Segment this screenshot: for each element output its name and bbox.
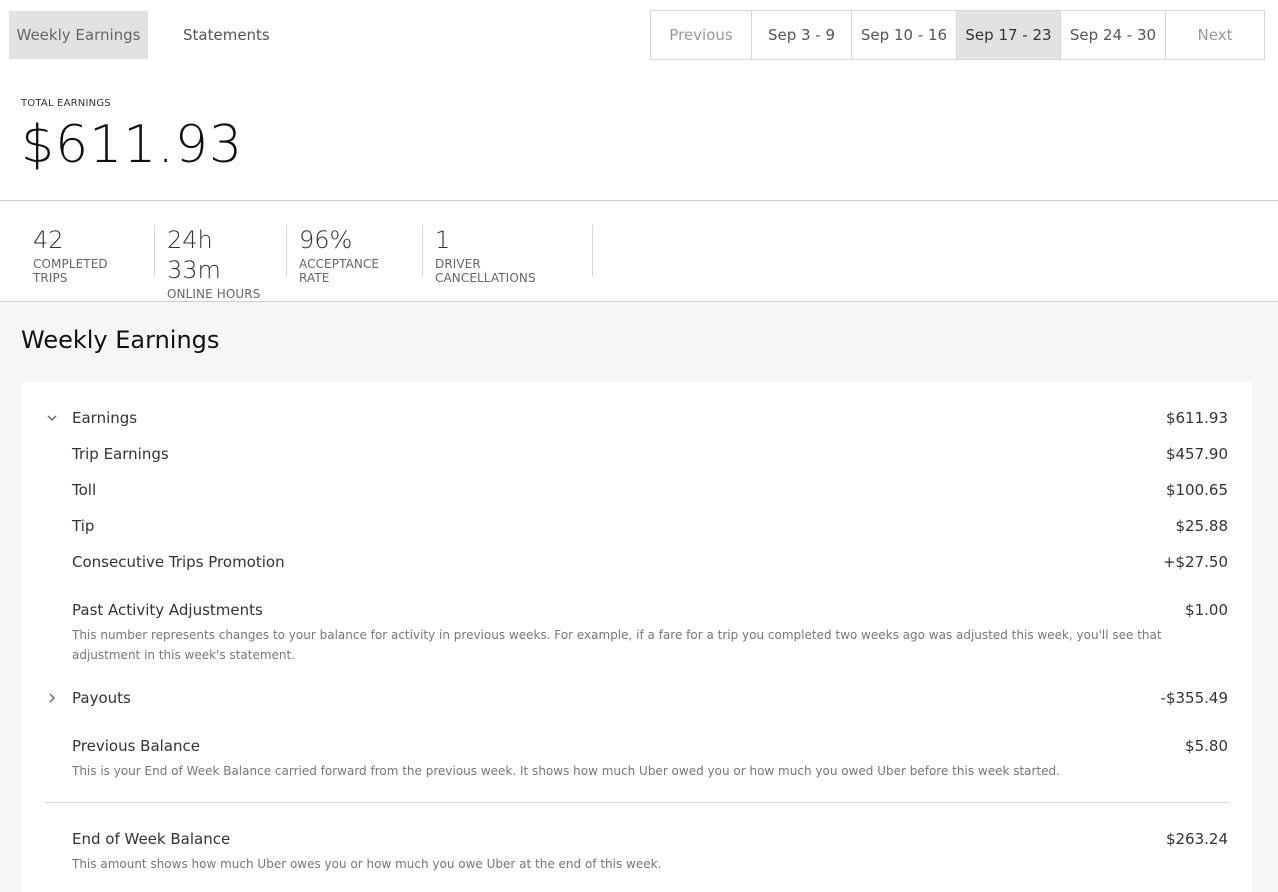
stat-value: 96% [299, 226, 353, 254]
end-balance-label: End of Week Balance [72, 830, 231, 848]
stat-label: COMPLETED TRIPS [33, 257, 108, 285]
trip-earnings-amount: $457.90 [1165, 445, 1228, 463]
total-earnings-label: TOTAL EARNINGS [21, 98, 111, 109]
previous-balance-amount: $5.80 [1185, 737, 1228, 755]
chevron-down-icon[interactable] [45, 411, 59, 425]
stat-online-hours: 24h 33m ONLINE HOURS [155, 225, 287, 301]
end-balance-description: This amount shows how much Uber owes you… [72, 857, 662, 871]
earnings-breakdown-card: Earnings $611.93 Trip Earnings $457.90 T… [21, 382, 1252, 892]
tab-statements[interactable]: Statements [171, 11, 282, 59]
week-sep-3-9[interactable]: Sep 3 - 9 [751, 11, 851, 59]
section-title: Weekly Earnings [21, 326, 220, 354]
top-bar: Weekly Earnings Statements Previous Sep … [0, 0, 1278, 70]
payouts-amount: -$355.49 [1160, 689, 1228, 707]
earnings-label: Earnings [72, 409, 138, 427]
previous-week-button[interactable]: Previous [651, 11, 751, 59]
trip-earnings-label: Trip Earnings [72, 445, 169, 463]
payouts-label: Payouts [72, 689, 131, 707]
earnings-amount: $611.93 [1165, 409, 1228, 427]
week-sep-10-16[interactable]: Sep 10 - 16 [851, 11, 956, 59]
promotion-label: Consecutive Trips Promotion [72, 553, 285, 571]
week-sep-24-30[interactable]: Sep 24 - 30 [1060, 11, 1165, 59]
stat-value: 42 [33, 226, 64, 254]
tab-weekly-earnings[interactable]: Weekly Earnings [9, 11, 148, 59]
chevron-right-icon[interactable] [45, 691, 59, 705]
previous-balance-description: This is your End of Week Balance carried… [72, 764, 1060, 778]
stat-label: DRIVER CANCELLATIONS [435, 257, 536, 285]
next-week-button[interactable]: Next [1165, 11, 1264, 59]
promotion-amount: +$27.50 [1162, 553, 1228, 571]
stat-value: 1 [435, 226, 451, 254]
previous-balance-label: Previous Balance [72, 737, 200, 755]
stat-label: ONLINE HOURS [167, 287, 261, 301]
stat-driver-cancellations: 1 DRIVER CANCELLATIONS [423, 225, 593, 285]
tip-label: Tip [72, 517, 95, 535]
total-earnings-value: $611.93 [21, 115, 244, 175]
end-balance-amount: $263.24 [1165, 830, 1228, 848]
adjustments-label: Past Activity Adjustments [72, 601, 263, 619]
stats-bar: 42 COMPLETED TRIPS 24h 33m ONLINE HOURS … [21, 225, 593, 301]
divider [0, 200, 1278, 201]
tip-amount: $25.88 [1175, 517, 1229, 535]
adjustments-description: This number represents changes to your b… [72, 628, 1162, 662]
stat-value: 24h 33m [167, 226, 221, 284]
stat-label: ACCEPTANCE RATE [299, 257, 380, 285]
toll-label: Toll [72, 481, 97, 499]
toll-amount: $100.65 [1165, 481, 1228, 499]
total-earnings: TOTAL EARNINGS $611.93 [21, 98, 243, 175]
week-navigation: Previous Sep 3 - 9 Sep 10 - 16 Sep 17 - … [650, 10, 1265, 60]
divider [45, 802, 1230, 803]
adjustments-amount: $1.00 [1185, 601, 1228, 619]
stat-acceptance-rate: 96% ACCEPTANCE RATE [287, 225, 423, 285]
week-sep-17-23[interactable]: Sep 17 - 23 [956, 11, 1060, 59]
stat-completed-trips: 42 COMPLETED TRIPS [21, 225, 155, 285]
